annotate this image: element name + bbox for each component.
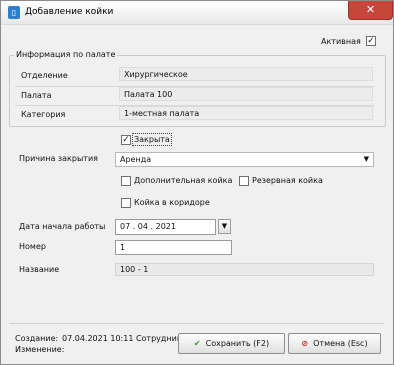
cancel-icon: ⊘: [301, 339, 309, 348]
save-button[interactable]: ✔ Сохранить (F2): [178, 333, 285, 354]
closed-label[interactable]: Закрыта: [132, 133, 172, 146]
ward-label: Палата: [21, 91, 52, 100]
cancel-button[interactable]: ⊘ Отмена (Esc): [288, 333, 381, 354]
close-reason-select[interactable]: Аренда ▼: [115, 152, 374, 167]
corridor-bed-checkbox[interactable]: [121, 198, 131, 208]
reserve-bed-label: Резервная койка: [252, 176, 323, 185]
close-reason-value: Аренда: [120, 155, 152, 164]
footer-divider: [9, 323, 384, 324]
changed-label: Изменение:: [15, 345, 65, 354]
checkmark-icon: ✔: [193, 339, 201, 348]
active-checkbox[interactable]: [366, 36, 376, 46]
ward-field: Палата 100: [119, 87, 373, 101]
department-label: Отделение: [21, 71, 68, 80]
save-button-label: Сохранить (F2): [205, 339, 270, 348]
dialog-window: ▯ Добавление койки ✕ Активная Информация…: [0, 0, 394, 365]
active-label: Активная: [321, 37, 361, 46]
ward-info-title: Информация по палате: [14, 50, 118, 59]
category-label: Категория: [21, 110, 66, 119]
close-reason-label: Причина закрытия: [19, 154, 98, 163]
name-label: Название: [19, 265, 60, 274]
title-bar[interactable]: ▯ Добавление койки ✕: [1, 1, 393, 25]
category-field: 1-местная палата: [119, 106, 373, 120]
start-date-input[interactable]: 07 . 04 . 2021: [115, 219, 216, 235]
additional-bed-label: Дополнительная койка: [134, 176, 233, 185]
number-label: Номер: [19, 242, 46, 251]
window-title: Добавление койки: [25, 7, 114, 17]
corridor-bed-label: Койка в коридоре: [134, 198, 210, 207]
name-field: 100 - 1: [115, 263, 374, 276]
cancel-button-label: Отмена (Esc): [313, 339, 368, 348]
department-field: Хирургическое: [119, 67, 373, 81]
number-input[interactable]: 1: [115, 240, 232, 255]
reserve-bed-checkbox[interactable]: [239, 176, 249, 186]
app-icon: ▯: [8, 6, 20, 19]
created-value: 07.04.2021 10:11 Сотрудник: [62, 334, 182, 343]
chevron-down-icon: ▼: [363, 155, 369, 163]
close-button[interactable]: ✕: [348, 1, 393, 20]
additional-bed-checkbox[interactable]: [121, 176, 131, 186]
closed-checkbox[interactable]: [121, 135, 131, 145]
calendar-dropdown-icon[interactable]: ▼: [218, 219, 231, 234]
created-label: Создание:: [15, 334, 59, 343]
start-date-label: Дата начала работы: [19, 222, 106, 231]
